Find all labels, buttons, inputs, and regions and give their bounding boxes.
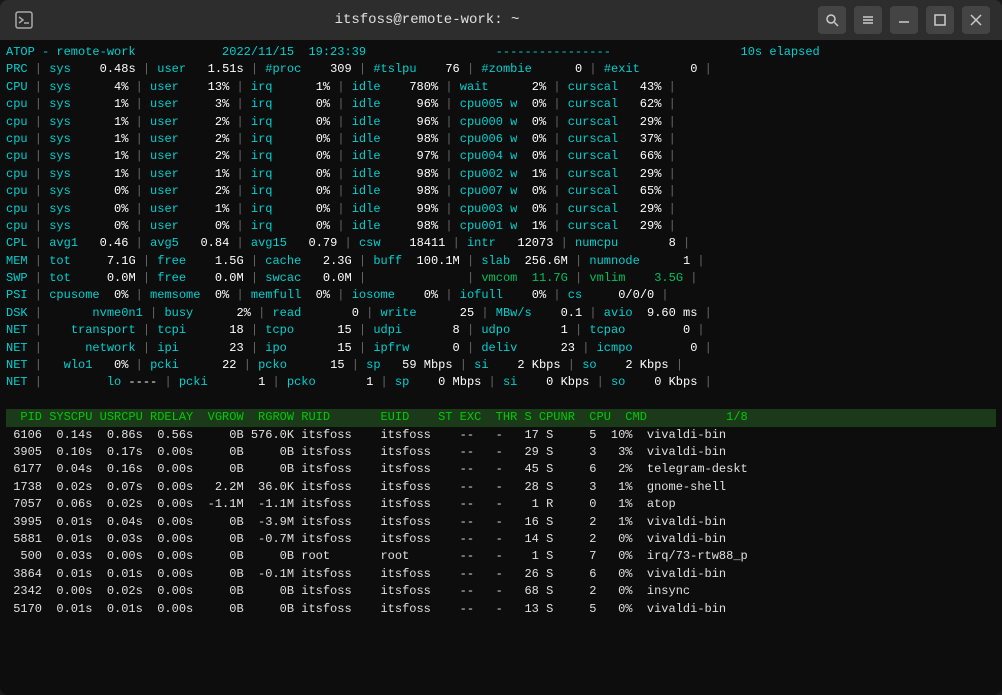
psi-line: PSI | cpusome 0% | memsome 0% | memfull … bbox=[6, 287, 996, 304]
search-button[interactable] bbox=[818, 6, 846, 34]
process-header-line: PID SYSCPU USRCPU RDELAY VGROW RGROW RUI… bbox=[6, 409, 996, 426]
process-row-7057: 7057 0.06s 0.02s 0.00s -1.1M -1.1M itsfo… bbox=[6, 496, 996, 513]
cpu0-line: cpu | sys 1% | user 3% | irq 0% | idle 9… bbox=[6, 96, 996, 113]
cpu2-line: cpu | sys 1% | user 2% | irq 0% | idle 9… bbox=[6, 131, 996, 148]
terminal-icon bbox=[12, 8, 36, 32]
net-transport-line: NET | transport | tcpi 18 | tcpo 15 | ud… bbox=[6, 322, 996, 339]
cpu5-line: cpu | sys 0% | user 2% | irq 0% | idle 9… bbox=[6, 183, 996, 200]
process-row-1738: 1738 0.02s 0.07s 0.00s 2.2M 36.0K itsfos… bbox=[6, 479, 996, 496]
maximize-button[interactable] bbox=[926, 6, 954, 34]
titlebar: itsfoss@remote-work: ~ bbox=[0, 0, 1002, 40]
titlebar-left bbox=[12, 8, 36, 32]
cpu1-line: cpu | sys 1% | user 2% | irq 0% | idle 9… bbox=[6, 114, 996, 131]
process-row-3905: 3905 0.10s 0.17s 0.00s 0B 0B itsfoss its… bbox=[6, 444, 996, 461]
swp-line: SWP | tot 0.0M | free 0.0M | swcac 0.0M … bbox=[6, 270, 996, 287]
process-row-6106: 6106 0.14s 0.86s 0.56s 0B 576.0K itsfoss… bbox=[6, 427, 996, 444]
cpu7-line: cpu | sys 0% | user 0% | irq 0% | idle 9… bbox=[6, 218, 996, 235]
terminal-window: itsfoss@remote-work: ~ bbox=[0, 0, 1002, 695]
menu-button[interactable] bbox=[854, 6, 882, 34]
close-button[interactable] bbox=[962, 6, 990, 34]
terminal-content[interactable]: ATOP - remote-work 2022/11/15 19:23:39 -… bbox=[0, 40, 1002, 695]
cpu-total-line: CPU | sys 4% | user 13% | irq 1% | idle … bbox=[6, 79, 996, 96]
net-wlo1-line: NET | wlo1 0% | pcki 22 | pcko 15 | sp 5… bbox=[6, 357, 996, 374]
process-row-2342: 2342 0.00s 0.02s 0.00s 0B 0B itsfoss its… bbox=[6, 583, 996, 600]
minimize-button[interactable] bbox=[890, 6, 918, 34]
cpu6-line: cpu | sys 0% | user 1% | irq 0% | idle 9… bbox=[6, 201, 996, 218]
atop-header-line: ATOP - remote-work 2022/11/15 19:23:39 -… bbox=[6, 44, 996, 61]
separator-line bbox=[6, 392, 996, 409]
process-row-500: 500 0.03s 0.00s 0.00s 0B 0B root root --… bbox=[6, 548, 996, 565]
cpl-line: CPL | avg1 0.46 | avg5 0.84 | avg15 0.79… bbox=[6, 235, 996, 252]
cpu3-line: cpu | sys 1% | user 2% | irq 0% | idle 9… bbox=[6, 148, 996, 165]
net-network-line: NET | network | ipi 23 | ipo 15 | ipfrw … bbox=[6, 340, 996, 357]
process-row-3864: 3864 0.01s 0.01s 0.00s 0B -0.1M itsfoss … bbox=[6, 566, 996, 583]
dsk-line: DSK | nvme0n1 | busy 2% | read 0 | write… bbox=[6, 305, 996, 322]
cpu4-line: cpu | sys 1% | user 1% | irq 0% | idle 9… bbox=[6, 166, 996, 183]
prc-line: PRC | sys 0.48s | user 1.51s | #proc 309… bbox=[6, 61, 996, 78]
process-row-3995: 3995 0.01s 0.04s 0.00s 0B -3.9M itsfoss … bbox=[6, 514, 996, 531]
window-controls bbox=[818, 6, 990, 34]
process-row-6177: 6177 0.04s 0.16s 0.00s 0B 0B itsfoss its… bbox=[6, 461, 996, 478]
mem-line: MEM | tot 7.1G | free 1.5G | cache 2.3G … bbox=[6, 253, 996, 270]
window-title: itsfoss@remote-work: ~ bbox=[36, 12, 818, 28]
process-row-5881: 5881 0.01s 0.03s 0.00s 0B -0.7M itsfoss … bbox=[6, 531, 996, 548]
net-lo-line: NET | lo ---- | pcki 1 | pcko 1 | sp 0 M… bbox=[6, 374, 996, 391]
process-row-5170: 5170 0.01s 0.01s 0.00s 0B 0B itsfoss its… bbox=[6, 601, 996, 618]
